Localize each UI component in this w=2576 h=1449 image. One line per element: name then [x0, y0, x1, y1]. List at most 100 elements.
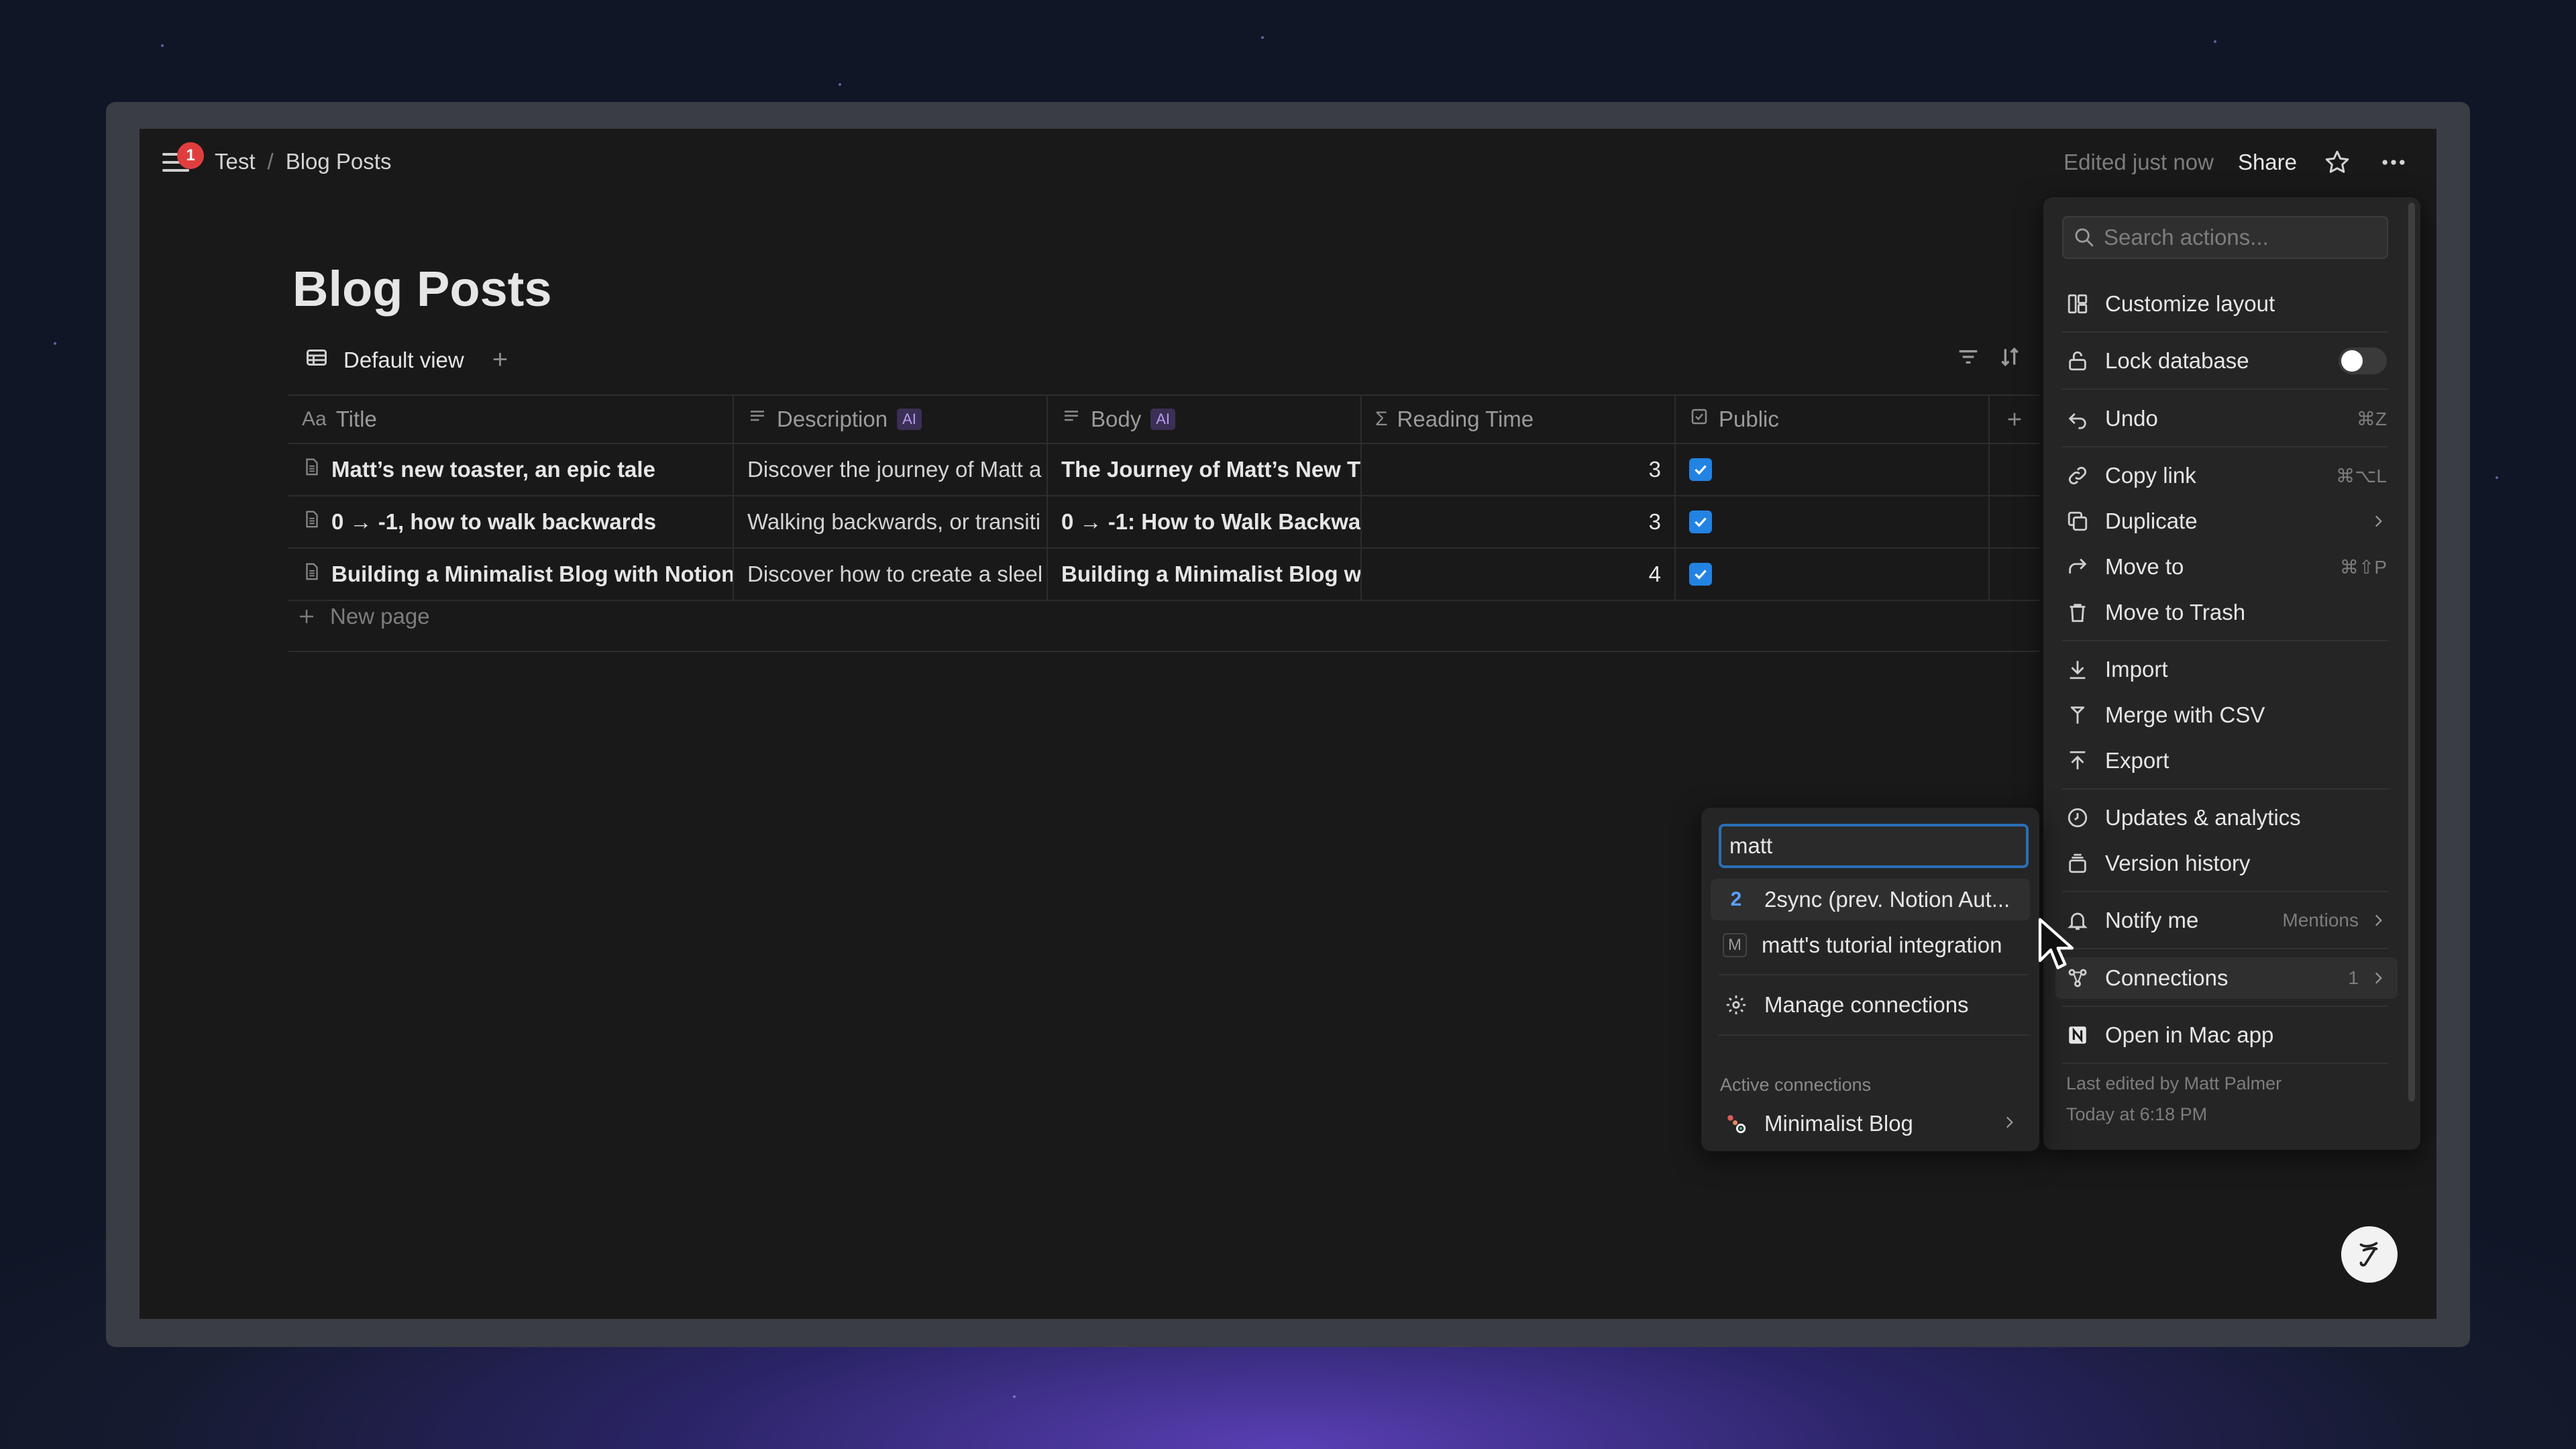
column-label: Public: [1719, 407, 1779, 431]
star-icon[interactable]: [2321, 146, 2353, 178]
app-window: 1 Test / Blog Posts Edited just now Shar…: [140, 129, 2436, 1319]
breadcrumb-item-test[interactable]: Test: [215, 149, 256, 174]
menu-item-label: Move to Trash: [2105, 600, 2246, 625]
title-cell[interactable]: Building a Minimalist Blog with Notion: [288, 549, 734, 600]
plus-icon: [300, 610, 313, 623]
public-cell: [1676, 444, 1990, 495]
public-checkbox[interactable]: [1689, 563, 1712, 586]
manage-connections-button[interactable]: Manage connections: [1711, 984, 2030, 1026]
column-header-reading-time[interactable]: Σ Reading Time: [1362, 396, 1676, 443]
reading-time-cell[interactable]: 4: [1362, 549, 1676, 600]
menu-item-customize-layout[interactable]: Customize layout: [2055, 283, 2398, 325]
public-checkbox[interactable]: [1689, 511, 1712, 533]
table-row[interactable]: Building a Minimalist Blog with Notion D…: [288, 549, 2039, 601]
title-cell[interactable]: 0 → -1, how to walk backwards: [288, 496, 734, 547]
sort-icon[interactable]: [1996, 343, 2023, 374]
column-header-public[interactable]: Public: [1676, 396, 1990, 443]
breadcrumb-item-blog-posts[interactable]: Blog Posts: [286, 149, 392, 174]
menu-item-open-in-mac-app[interactable]: Open in Mac app: [2055, 1014, 2398, 1056]
menu-item-label: Open in Mac app: [2105, 1022, 2274, 1047]
checkbox-icon: [1689, 407, 1709, 432]
share-button[interactable]: Share: [2238, 150, 2297, 175]
menu-item-export[interactable]: Export: [2055, 740, 2398, 782]
table-view-icon: [305, 345, 329, 375]
connections-submenu: 2 2sync (prev. Notion Aut... M matt's tu…: [1701, 808, 2039, 1151]
table-row[interactable]: Matt’s new toaster, an epic tale Discove…: [288, 444, 2039, 496]
layout-icon: [2066, 292, 2093, 315]
active-connection-minimalist-blog[interactable]: Minimalist Blog: [1711, 1103, 2030, 1144]
connection-result-2sync[interactable]: 2 2sync (prev. Notion Aut...: [1711, 879, 2030, 920]
description-cell[interactable]: Discover how to create a sleel: [734, 549, 1048, 600]
menu-separator: [2062, 331, 2388, 333]
column-label: Body: [1091, 407, 1142, 431]
menu-item-label: Lock database: [2105, 348, 2249, 373]
menu-item-duplicate[interactable]: Duplicate: [2055, 500, 2398, 542]
new-page-button[interactable]: New page: [297, 604, 430, 629]
notion-app-icon: [2066, 1024, 2093, 1046]
description-cell[interactable]: Discover the journey of Matt a: [734, 444, 1048, 495]
menu-item-move-to[interactable]: Move to ⌘⇧P: [2055, 546, 2398, 588]
menu-item-lock-database[interactable]: Lock database: [2055, 340, 2398, 382]
reading-time-cell[interactable]: 3: [1362, 496, 1676, 547]
gear-icon: [1723, 991, 1750, 1018]
shortcut-label: ⌘⌥L: [2336, 465, 2387, 486]
manage-connections-label: Manage connections: [1764, 992, 1969, 1017]
menu-separator: [2062, 388, 2388, 390]
description-cell[interactable]: Walking backwards, or transiti: [734, 496, 1048, 547]
column-header-body[interactable]: Body AI: [1048, 396, 1362, 443]
row-title: Matt’s new toaster, an epic tale: [331, 457, 655, 482]
reading-time-cell[interactable]: 3: [1362, 444, 1676, 495]
menu-item-merge-with-csv[interactable]: Merge with CSV: [2055, 694, 2398, 736]
menu-item-connections[interactable]: Connections 1: [2055, 957, 2398, 999]
trash-icon: [2066, 601, 2093, 624]
view-tools: [1955, 343, 2023, 374]
column-header-description[interactable]: Description AI: [734, 396, 1048, 443]
clock-icon: [2066, 806, 2093, 829]
menu-item-notify-me[interactable]: Notify me Mentions: [2055, 900, 2398, 941]
connections-search-input[interactable]: [1729, 833, 2018, 859]
edited-status: Edited just now: [2063, 150, 2214, 174]
table-row[interactable]: 0 → -1, how to walk backwards Walking ba…: [288, 496, 2039, 549]
database-table: Aa Title Description AI Body AI Σ Readin…: [288, 394, 2039, 601]
ai-badge: AI: [1150, 409, 1176, 430]
body-cell[interactable]: Building a Minimalist Blog wi: [1048, 549, 1362, 600]
add-view-icon[interactable]: +: [492, 345, 508, 375]
body-cell[interactable]: 0 → -1: How to Walk Backwa: [1048, 496, 1362, 547]
menu-item-label: Import: [2105, 657, 2168, 682]
column-header-title[interactable]: Aa Title: [288, 396, 734, 443]
star: [2496, 476, 2498, 479]
text-icon: [1061, 407, 1081, 432]
menu-item-copy-link[interactable]: Copy link ⌘⌥L: [2055, 455, 2398, 496]
menu-separator: [2062, 788, 2388, 790]
public-checkbox[interactable]: [1689, 458, 1712, 481]
star: [1013, 1395, 1016, 1398]
filter-icon[interactable]: [1955, 343, 1982, 374]
connections-search-field[interactable]: [1719, 824, 2029, 868]
menu-item-updates-analytics[interactable]: Updates & analytics: [2055, 797, 2398, 839]
menu-separator: [2062, 640, 2388, 641]
integration-icon: M: [1723, 933, 1747, 957]
search-actions-field[interactable]: [2062, 216, 2388, 259]
body-cell[interactable]: The Journey of Matt’s New T: [1048, 444, 1362, 495]
menu-scrollbar[interactable]: [2408, 203, 2415, 1102]
search-actions-input[interactable]: [2104, 225, 2385, 250]
title-cell[interactable]: Matt’s new toaster, an epic tale: [288, 444, 734, 495]
page-icon: [302, 561, 322, 587]
add-column-icon[interactable]: [1990, 396, 2039, 443]
menu-item-undo[interactable]: Undo ⌘Z: [2055, 398, 2398, 439]
view-tab-default[interactable]: Default view: [343, 347, 464, 373]
menu-item-label: Export: [2105, 748, 2169, 773]
more-options-icon[interactable]: [2377, 146, 2410, 178]
menu-item-version-history[interactable]: Version history: [2055, 843, 2398, 884]
empty-cell: [1990, 549, 2039, 600]
export-icon: [2066, 749, 2093, 772]
menu-item-move-to-trash[interactable]: Move to Trash: [2055, 592, 2398, 633]
help-button[interactable]: [2341, 1226, 2398, 1283]
lock-database-toggle[interactable]: [2339, 347, 2387, 374]
top-bar-actions: Edited just now Share: [2063, 146, 2410, 178]
menu-item-import[interactable]: Import: [2055, 649, 2398, 690]
table-header-row: Aa Title Description AI Body AI Σ Readin…: [288, 394, 2039, 444]
connection-result-matts-tutorial[interactable]: M matt's tutorial integration: [1711, 924, 2030, 966]
menu-separator: [1719, 1034, 2029, 1036]
star: [839, 83, 841, 86]
